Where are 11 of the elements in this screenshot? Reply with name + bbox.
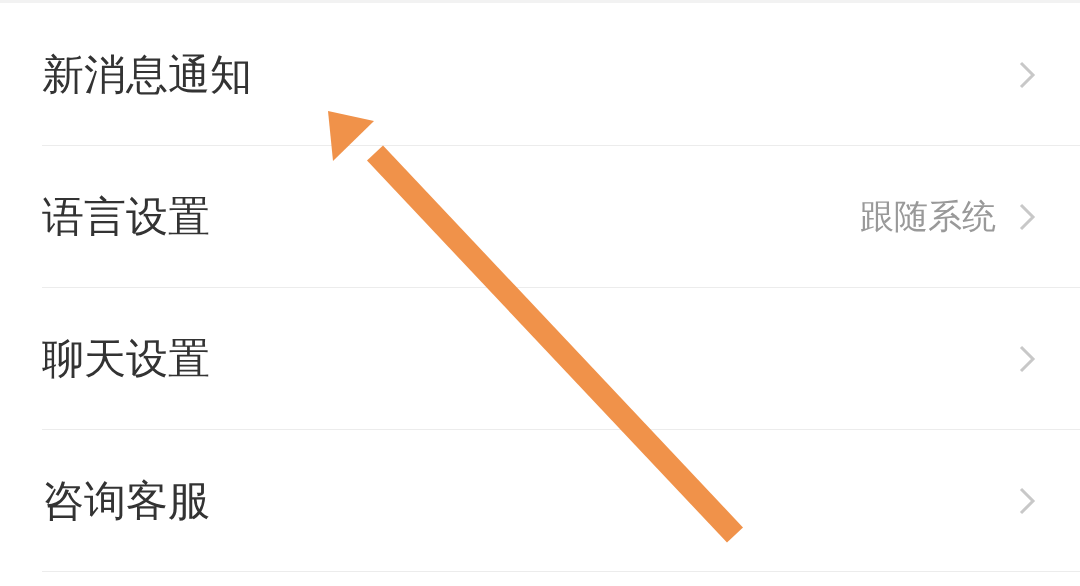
settings-row[interactable]: 聊天设置 xyxy=(42,288,1080,430)
settings-row[interactable]: 咨询客服 xyxy=(42,430,1080,572)
setting-label: 聊天设置 xyxy=(42,332,211,385)
chevron-right-icon xyxy=(1018,59,1036,90)
setting-label: 语言设置 xyxy=(42,190,211,243)
chevron-right-icon xyxy=(1018,343,1036,374)
setting-label: 新消息通知 xyxy=(42,48,253,101)
setting-label: 咨询客服 xyxy=(42,474,211,527)
chevron-right-icon xyxy=(1018,485,1036,516)
setting-value: 跟随系统 xyxy=(860,194,996,238)
chevron-right-icon xyxy=(1018,201,1036,232)
